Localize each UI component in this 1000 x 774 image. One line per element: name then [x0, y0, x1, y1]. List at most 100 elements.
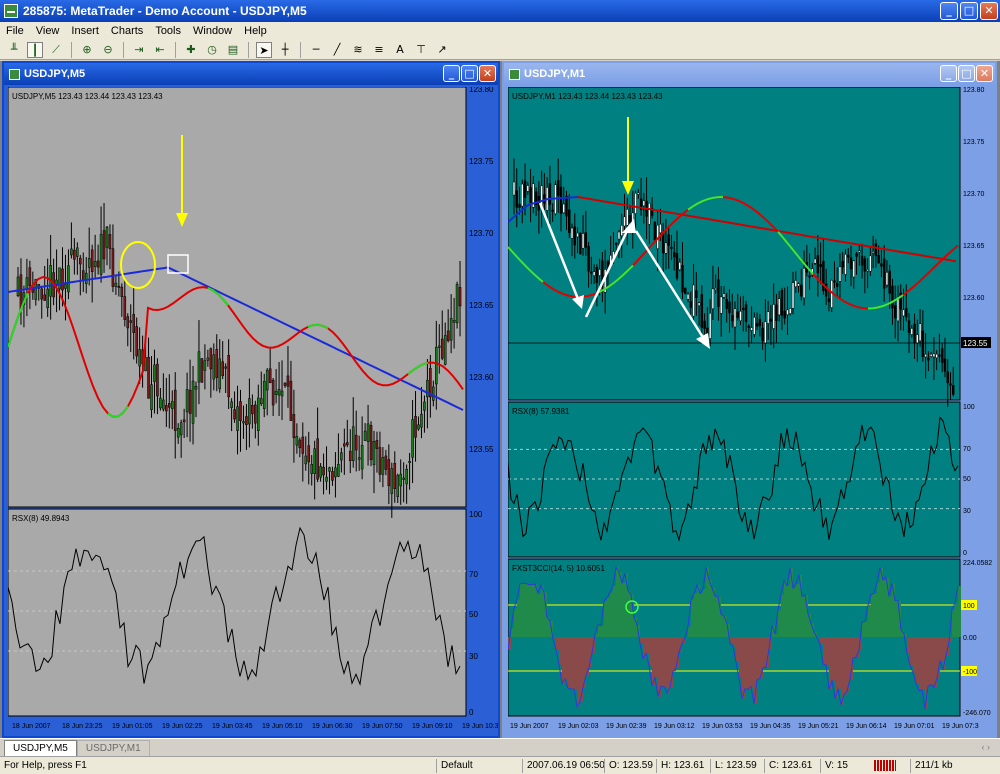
- tab-scroll-arrows[interactable]: ‹ ›: [982, 742, 991, 752]
- candle-body: [711, 288, 715, 309]
- menu-help[interactable]: Help: [244, 25, 267, 37]
- candle-body: [819, 264, 822, 268]
- candle-body: [286, 375, 290, 387]
- chart-window-title[interactable]: USDJPY,M1 _ □ ✕: [504, 63, 995, 85]
- menu-insert[interactable]: Insert: [71, 25, 99, 37]
- window-title: 285875: MetaTrader - Demo Account - USDJ…: [23, 4, 307, 18]
- templates-icon[interactable]: ▤: [225, 42, 241, 58]
- cci-histogram-bar: [700, 593, 703, 637]
- chart-minimize-button[interactable]: _: [443, 65, 460, 82]
- candle-body: [949, 383, 952, 386]
- cci-histogram-bar: [646, 637, 649, 654]
- menu-file[interactable]: File: [6, 25, 24, 37]
- cursor-icon[interactable]: ➤: [256, 41, 272, 58]
- candle-body: [182, 419, 186, 423]
- m1-chart-area[interactable]: 123.80 123.75 123.70 123.65 123.60 123.55 100 7…: [508, 87, 992, 734]
- time-tick-label: 19 Jun 10:3: [462, 723, 498, 730]
- time-tick-label: 19 Jun 03:53: [702, 723, 743, 730]
- candle-body: [292, 414, 296, 439]
- candle-body: [420, 413, 423, 428]
- crosshair-icon[interactable]: ┼: [277, 42, 293, 58]
- arrows-icon[interactable]: ↗: [434, 42, 450, 58]
- chart-maximize-button[interactable]: □: [958, 65, 975, 82]
- candle-body: [628, 214, 632, 223]
- chart-window-title[interactable]: USDJPY,M5 _ □ ✕: [4, 63, 498, 85]
- candle-body: [440, 338, 444, 359]
- candle-body: [248, 398, 251, 425]
- autoscroll-icon[interactable]: ⇥: [131, 42, 147, 58]
- candle-body: [952, 385, 955, 395]
- menu-tools[interactable]: Tools: [155, 25, 181, 37]
- chart-close-button[interactable]: ✕: [479, 65, 496, 82]
- candlestick-icon[interactable]: ┃: [27, 41, 43, 58]
- channel-icon[interactable]: ≡: [371, 42, 387, 58]
- chart-maximize-button[interactable]: □: [461, 65, 478, 82]
- candle-body: [733, 308, 737, 328]
- connection-status-icon: [874, 760, 896, 771]
- cci-histogram-bar: [778, 610, 781, 637]
- cci-histogram-bar: [559, 637, 562, 665]
- candle-body: [156, 363, 159, 397]
- candle-body: [289, 380, 293, 421]
- zoom-in-icon[interactable]: ⊕: [79, 42, 95, 58]
- candle-body: [719, 296, 723, 314]
- maximize-button[interactable]: □: [960, 2, 978, 20]
- tab-usdjpy-m1[interactable]: USDJPY,M1: [76, 740, 150, 756]
- menu-window[interactable]: Window: [193, 25, 232, 37]
- candle-body: [584, 232, 588, 248]
- zoom-out-icon[interactable]: ⊖: [100, 42, 116, 58]
- time-tick-label: 19 Jun 03:45: [212, 723, 253, 730]
- status-open: O: 123.59: [604, 759, 653, 773]
- cci-histogram-bar: [940, 637, 943, 661]
- bar-chart-icon[interactable]: ╨: [6, 42, 22, 58]
- candle-body: [849, 257, 853, 270]
- candle-body: [800, 284, 803, 297]
- periods-icon[interactable]: ◷: [204, 42, 220, 58]
- candle-body: [896, 296, 900, 322]
- candle-body: [728, 301, 731, 314]
- fibonacci-icon[interactable]: ≋: [350, 42, 366, 58]
- horizontal-line-icon[interactable]: ─: [308, 42, 324, 58]
- candle-body: [592, 271, 596, 276]
- candle-body: [76, 247, 79, 257]
- tab-usdjpy-m5[interactable]: USDJPY,M5: [4, 740, 77, 756]
- text-icon[interactable]: A: [392, 42, 408, 58]
- cci-histogram-bar: [649, 637, 652, 666]
- last-price-label: 123.55: [963, 339, 988, 348]
- text-label-icon[interactable]: ⊤: [413, 42, 429, 58]
- candle-body: [777, 298, 781, 316]
- candle-body: [105, 226, 109, 248]
- candle-body: [521, 183, 524, 207]
- candle-body: [319, 466, 322, 478]
- m5-chart-area[interactable]: 123.80 123.75 123.70 123.65 123.60 123.55 100 7…: [8, 87, 498, 734]
- m1-chart-canvas[interactable]: 123.80 123.75 123.70 123.65 123.60 123.55 100 7…: [508, 87, 995, 734]
- candle-body: [747, 325, 751, 328]
- candle-body: [150, 384, 153, 411]
- chart-shift-icon[interactable]: ⇤: [152, 42, 168, 58]
- candle-body: [653, 221, 657, 241]
- line-chart-icon[interactable]: ⟋: [48, 42, 64, 58]
- menu-charts[interactable]: Charts: [111, 25, 143, 37]
- chart-minimize-button[interactable]: _: [940, 65, 957, 82]
- candle-body: [179, 422, 183, 436]
- candle-body: [313, 448, 316, 474]
- candle-body: [667, 234, 670, 246]
- candle-body: [340, 452, 343, 461]
- chart-window-m1[interactable]: USDJPY,M1 _ □ ✕ 123.80 123.75 123.70 123.65…: [502, 61, 997, 738]
- candle-body: [165, 405, 168, 412]
- cci-histogram-bar: [517, 599, 520, 637]
- candle-body: [587, 245, 590, 272]
- chart-window-m5[interactable]: USDJPY,M5 _ □ ✕ 123.80 123.75 123.70 123.65…: [2, 61, 500, 738]
- chart-close-button[interactable]: ✕: [976, 65, 993, 82]
- m5-chart-canvas[interactable]: 123.80 123.75 123.70 123.65 123.60 123.55 100 7…: [8, 87, 498, 734]
- cci-histogram-bar: [568, 637, 571, 689]
- indicators-icon[interactable]: ✚: [183, 42, 199, 58]
- menu-view[interactable]: View: [36, 25, 60, 37]
- candle-body: [343, 443, 346, 447]
- cci-histogram-bar: [562, 637, 565, 684]
- minimize-button[interactable]: _: [940, 2, 958, 20]
- trendline-icon[interactable]: ╱: [329, 42, 345, 58]
- candle-body: [19, 274, 23, 311]
- candle-body: [797, 283, 800, 287]
- close-button[interactable]: ✕: [980, 2, 998, 20]
